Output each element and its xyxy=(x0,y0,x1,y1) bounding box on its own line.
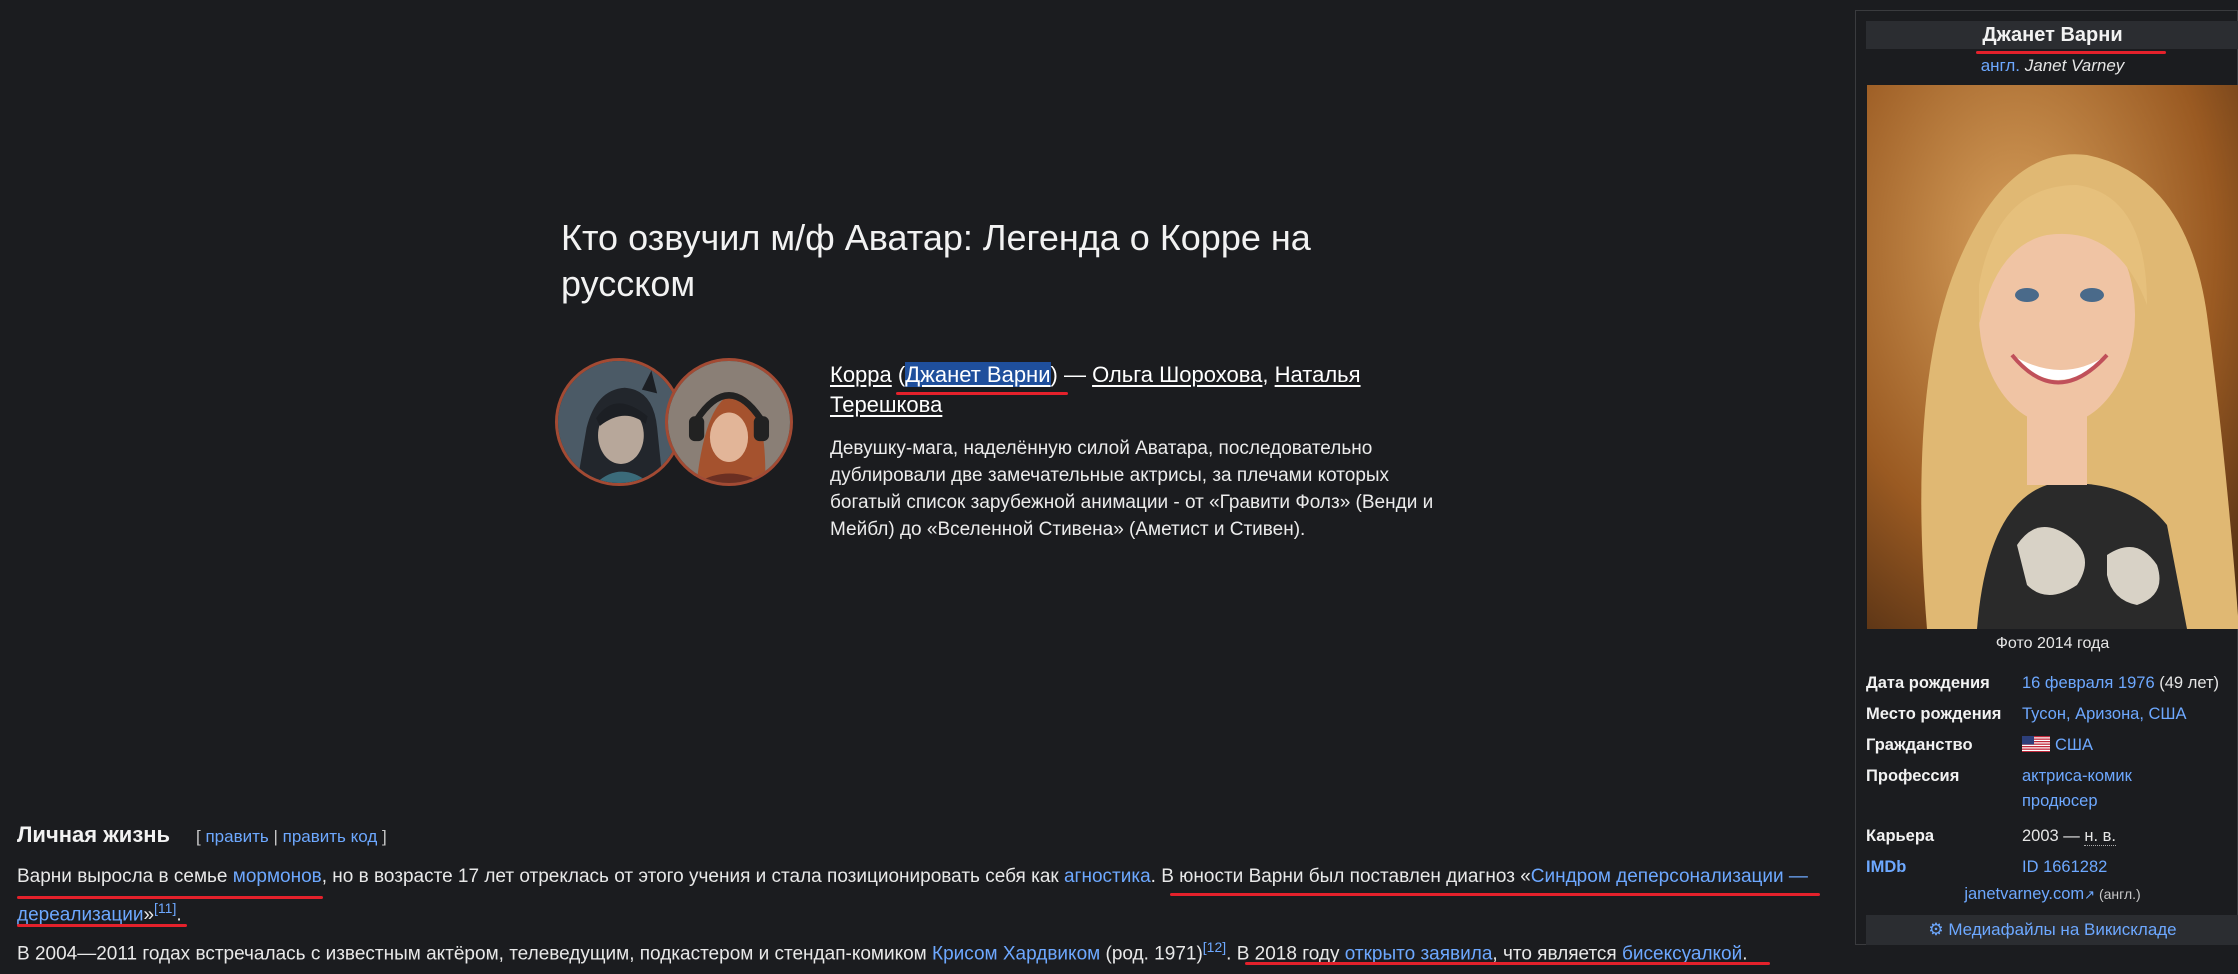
derealization-link[interactable]: дереализации xyxy=(17,904,143,925)
depersonalization-link[interactable]: Синдром деперсонализации — xyxy=(1531,866,1808,887)
red-underline-annotation xyxy=(1976,51,2166,54)
section-edit-links: [ править | править код ] xyxy=(196,827,387,847)
p1-text-3: . В юности Варни был поставлен диагноз « xyxy=(1150,866,1531,887)
chris-hardwick-link[interactable]: Крисом Хардвиком xyxy=(932,943,1100,964)
birthdate-value: 16 февраля 1976 (49 лет) xyxy=(2022,671,2219,696)
edit-separator: | xyxy=(268,827,283,846)
p1-text-1: Варни выросла в семье xyxy=(17,866,233,887)
avatar-group xyxy=(555,358,805,492)
actress-photo-icon xyxy=(668,361,790,483)
lang-english-link[interactable]: англ. xyxy=(1981,56,2020,75)
infobox-original-name: англ. Janet Varney xyxy=(1866,56,2238,76)
commons-link[interactable]: Медиафайлы на Викискладе xyxy=(1948,920,2176,939)
career-label: Карьера xyxy=(1866,827,1935,845)
card-title: Кто озвучил м/ф Аватар: Легенда о Корре … xyxy=(561,217,1311,304)
voice-actress-avatar[interactable] xyxy=(665,358,793,486)
imdb-id-link[interactable]: ID 1661282 xyxy=(2022,858,2107,876)
ref-12[interactable]: [12] xyxy=(1203,939,1226,955)
citizenship-value: США xyxy=(2022,733,2093,758)
p1-text-5: . xyxy=(176,904,182,926)
cast-dash: ) — xyxy=(1050,362,1093,387)
p2-text-2: (род. 1971) xyxy=(1100,943,1203,965)
character-link[interactable]: Корра xyxy=(830,362,892,387)
infobox-website: janetvarney.com↗ (англ.) xyxy=(1866,885,2238,904)
section-heading: Личная жизнь xyxy=(17,822,171,847)
profession-value: актриса-комик продюсер xyxy=(2022,764,2132,814)
profession-label: Профессия xyxy=(1866,767,1960,785)
infobox: Джанет Варни англ. Janet Varney Фото 201… xyxy=(1855,10,2238,945)
imdb-label[interactable]: IMDb xyxy=(1866,855,1906,880)
red-underline-annotation xyxy=(17,924,187,927)
infobox-photo[interactable] xyxy=(1867,85,2238,629)
age-text: (49 лет) xyxy=(2154,674,2219,692)
infobox-row-profession: Профессия актриса-комик продюсер xyxy=(1866,764,2238,816)
cast-comma: , xyxy=(1262,362,1275,387)
birthplace-label: Место рождения xyxy=(1866,705,2002,723)
website-link[interactable]: janetvarney.com xyxy=(1964,885,2084,903)
original-name: Janet Varney xyxy=(2024,56,2125,75)
career-years: 2003 — xyxy=(2022,827,2085,845)
edit-link[interactable]: править xyxy=(205,827,268,846)
birthdate-link[interactable]: 16 февраля 1976 xyxy=(2022,674,2155,692)
photo-caption: Фото 2014 года xyxy=(1995,635,2110,652)
career-value: 2003 — н. в. xyxy=(2022,824,2117,849)
website-lang: (англ.) xyxy=(2095,886,2141,902)
p1-text-4: » xyxy=(143,904,155,926)
birthplace-value: Тусон, Аризона, США xyxy=(2022,702,2187,727)
ref-11[interactable]: [11] xyxy=(154,900,176,916)
red-underline-annotation xyxy=(896,392,1068,395)
career-now-abbr[interactable]: н. в. xyxy=(2084,827,2117,846)
paragraph-1-line-1: Варни выросла в семье мормонов, но в воз… xyxy=(17,862,1808,892)
commons-bar: ⚙ Медиафайлы на Викискладе xyxy=(1866,915,2238,945)
korra-portrait-icon xyxy=(558,361,680,483)
cast-description: Девушку-мага, наделённую силой Аватара, … xyxy=(830,438,1434,540)
profession-link-producer[interactable]: продюсер xyxy=(2022,792,2098,810)
agnostic-link[interactable]: агностика xyxy=(1064,866,1151,887)
cast-paren-open: ( xyxy=(891,362,906,387)
citizenship-link[interactable]: США xyxy=(2055,736,2093,754)
birthdate-label: Дата рождения xyxy=(1866,674,1990,692)
infobox-title: Джанет Варни xyxy=(1866,21,2238,49)
imdb-value: ID 1661282 xyxy=(2022,855,2107,880)
red-underline-annotation xyxy=(1170,893,1820,896)
original-actor-link[interactable]: Джанет Варни xyxy=(905,362,1051,387)
p1-text-2: , но в возрасте 17 лет отреклась от этог… xyxy=(321,866,1064,887)
red-underline-annotation xyxy=(1245,962,1770,965)
birthplace-link[interactable]: Тусон, Аризона, США xyxy=(2022,705,2187,723)
red-underline-annotation xyxy=(17,896,323,899)
profession-link-comic[interactable]: актриса-комик xyxy=(2022,767,2132,785)
p2-text-1: В 2004—2011 годах встречалась с известны… xyxy=(17,943,933,965)
edit-code-link[interactable]: править код xyxy=(283,827,378,846)
mormons-link[interactable]: мормонов xyxy=(233,866,322,887)
portrait-photo-icon xyxy=(1867,85,2238,629)
external-link-icon: ↗ xyxy=(2084,887,2096,902)
commons-icon: ⚙ xyxy=(1928,920,1944,939)
actor1-link[interactable]: Ольга Шорохова xyxy=(1092,362,1262,387)
us-flag-icon xyxy=(2022,736,2050,752)
citizenship-label: Гражданство xyxy=(1866,736,1973,754)
edit-bracket-close: ] xyxy=(377,827,387,846)
cast-line: Корра (Джанет Варни) — Ольга Шорохова, Н… xyxy=(830,360,1470,420)
korra-character-avatar[interactable] xyxy=(555,358,683,486)
